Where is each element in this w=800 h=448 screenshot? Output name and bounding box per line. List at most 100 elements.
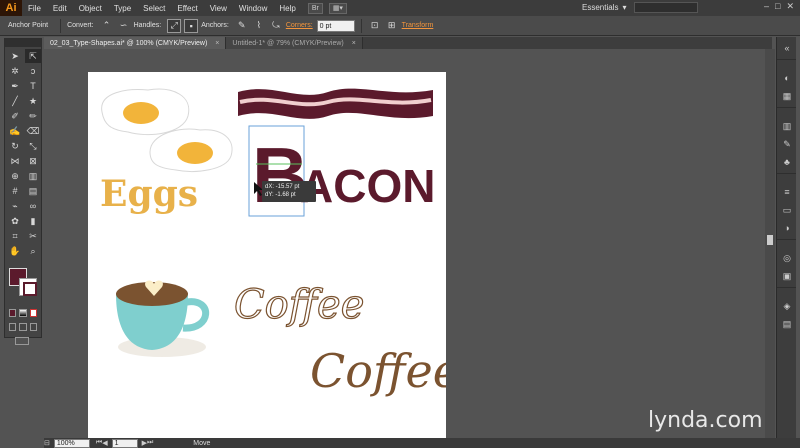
gradient-tool-icon[interactable]: ▤ [25,184,41,198]
workspace-label[interactable]: Essentials [582,3,618,12]
draw-normal-icon[interactable] [9,323,17,331]
vertical-scrollbar[interactable] [765,49,775,438]
perspective-grid-tool-icon[interactable]: ▥ [25,169,41,183]
scale-tool-icon[interactable]: ⤡ [25,139,41,153]
rotate-tool-icon[interactable]: ↻ [7,139,23,153]
artboards-panel-icon[interactable]: ▤ [777,317,797,331]
menu-select[interactable]: Select [137,4,171,13]
expand-panels-icon[interactable]: « [777,41,797,55]
scrollbar-thumb[interactable] [767,235,773,245]
blend-tool-icon[interactable]: ∞ [25,199,41,213]
stroke-swatch[interactable] [19,278,37,296]
tab-type-shapes[interactable]: 02_03_Type-Shapes.ai* @ 100% (CMYK/Previ… [44,37,227,49]
pencil-tool-icon[interactable]: ✏ [25,109,41,123]
show-handles-icon[interactable]: ⤢ [167,18,182,33]
fried-egg-illustration[interactable] [101,88,233,172]
graph-tool-icon[interactable]: ▮ [25,214,41,228]
appearance-panel-icon[interactable]: ◎ [777,251,797,265]
magic-wand-tool-icon[interactable]: ✲ [7,64,23,78]
screen-mode-icon[interactable] [15,337,29,345]
zoom-menu-icon[interactable]: ⊟ [44,439,50,447]
cut-path-icon[interactable]: ⤿ [269,19,283,33]
workspace-switcher[interactable]: Essentials ▾ [582,2,699,13]
artboard-number-input[interactable]: 1 [111,438,138,448]
corners-link[interactable]: Corners: [286,22,313,29]
close-icon[interactable]: × [352,40,356,47]
gradient-mode-icon[interactable] [19,309,27,317]
star-tool-icon[interactable]: ★ [25,94,41,108]
coffee-outline-text[interactable]: Coffee [233,281,365,328]
corner-radius-input[interactable]: 0 pt [316,19,355,32]
last-page-icon[interactable]: ⏭ [147,439,153,447]
layers-panel-icon[interactable]: ◈ [777,299,797,313]
eraser-tool-icon[interactable]: ⌫ [25,124,41,138]
bacon-text[interactable]: ACON [300,160,435,212]
stroke-panel-icon[interactable]: ≡ [777,185,797,199]
menu-type[interactable]: Type [108,4,137,13]
select-similar-icon[interactable]: ⊞ [385,19,399,33]
menu-file[interactable]: File [22,4,47,13]
transform-link[interactable]: Transform [402,22,434,29]
direct-selection-tool-icon[interactable]: ⇱ [25,49,41,63]
shape-builder-tool-icon[interactable]: ⊕ [7,169,23,183]
pen-tool-icon[interactable]: ✒ [7,79,23,93]
zoom-level-input[interactable]: 100% [53,438,90,448]
arrange-documents-button[interactable]: ▦▾ [328,2,347,14]
color-guide-icon[interactable]: ▦ [777,89,797,103]
menu-help[interactable]: Help [273,4,301,13]
coffee-cup-illustration[interactable] [116,280,210,357]
minimize-icon[interactable]: – [764,1,769,12]
tab-untitled[interactable]: Untitled-1* @ 79% (CMYK/Preview) × [226,37,363,49]
connect-anchor-icon[interactable]: ⌇ [252,19,266,33]
brushes-panel-icon[interactable]: ✎ [777,137,797,151]
eyedropper-tool-icon[interactable]: ⌁ [7,199,23,213]
hand-tool-icon[interactable]: ✋ [7,244,23,258]
isolate-icon[interactable]: ⊡ [368,19,382,33]
symbol-sprayer-tool-icon[interactable]: ✿ [7,214,23,228]
menu-window[interactable]: Window [233,4,273,13]
color-mode-icon[interactable] [9,309,17,317]
remove-anchor-icon[interactable]: ✎ [235,19,249,33]
prev-page-icon[interactable]: ◀ [102,439,107,447]
draw-inside-icon[interactable] [29,323,37,331]
menu-view[interactable]: View [204,4,233,13]
swatches-panel-icon[interactable]: ▥ [777,119,797,133]
close-icon[interactable]: × [215,40,219,47]
free-transform-tool-icon[interactable]: ⊠ [25,154,41,168]
move-offset-tooltip: dX: -15.57 pt dY: -1.68 pt [262,181,316,202]
menu-edit[interactable]: Edit [47,4,73,13]
line-tool-icon[interactable]: ╱ [7,94,23,108]
color-panel-icon[interactable]: ◐ [777,71,797,85]
transparency-panel-icon[interactable]: ◑ [777,221,797,235]
bridge-button[interactable]: Br [307,2,323,14]
lasso-tool-icon[interactable]: ↄ [25,64,41,78]
bacon-strip-illustration[interactable] [238,88,433,119]
mesh-tool-icon[interactable]: # [7,184,23,198]
menu-object[interactable]: Object [73,4,108,13]
artboard[interactable]: Eggs B ACON Coffee Coffee [88,72,460,438]
graphic-styles-panel-icon[interactable]: ▣ [777,269,797,283]
none-mode-icon[interactable] [29,309,37,317]
eggs-text[interactable]: Eggs [100,173,198,215]
close-icon[interactable]: ✕ [786,1,794,12]
maximize-icon[interactable]: □ [775,1,780,12]
coffee-filled-text[interactable]: Coffee [310,344,460,398]
blob-brush-tool-icon[interactable]: ✍ [7,124,23,138]
hide-handles-icon[interactable]: ▪ [184,18,199,33]
search-input[interactable] [634,2,699,13]
symbols-panel-icon[interactable]: ♣ [777,155,797,169]
slice-tool-icon[interactable]: ✂ [25,229,41,243]
convert-smooth-icon[interactable]: ∽ [117,19,131,33]
brush-tool-icon[interactable]: ✐ [7,109,23,123]
zoom-tool-icon[interactable]: ⌕ [25,244,41,258]
selection-tool-icon[interactable]: ➤ [7,49,23,63]
width-tool-icon[interactable]: ⋈ [7,154,23,168]
panel-header[interactable] [5,39,41,47]
gradient-panel-icon[interactable]: ▭ [777,203,797,217]
canvas-area[interactable]: Eggs B ACON Coffee Coffee dX: -15.57 pt … [44,49,764,438]
type-tool-icon[interactable]: T [25,79,41,93]
draw-behind-icon[interactable] [19,323,27,331]
menu-effect[interactable]: Effect [171,4,203,13]
artboard-tool-icon[interactable]: ⌗ [7,229,23,243]
convert-corner-icon[interactable]: ⌃ [100,19,114,33]
